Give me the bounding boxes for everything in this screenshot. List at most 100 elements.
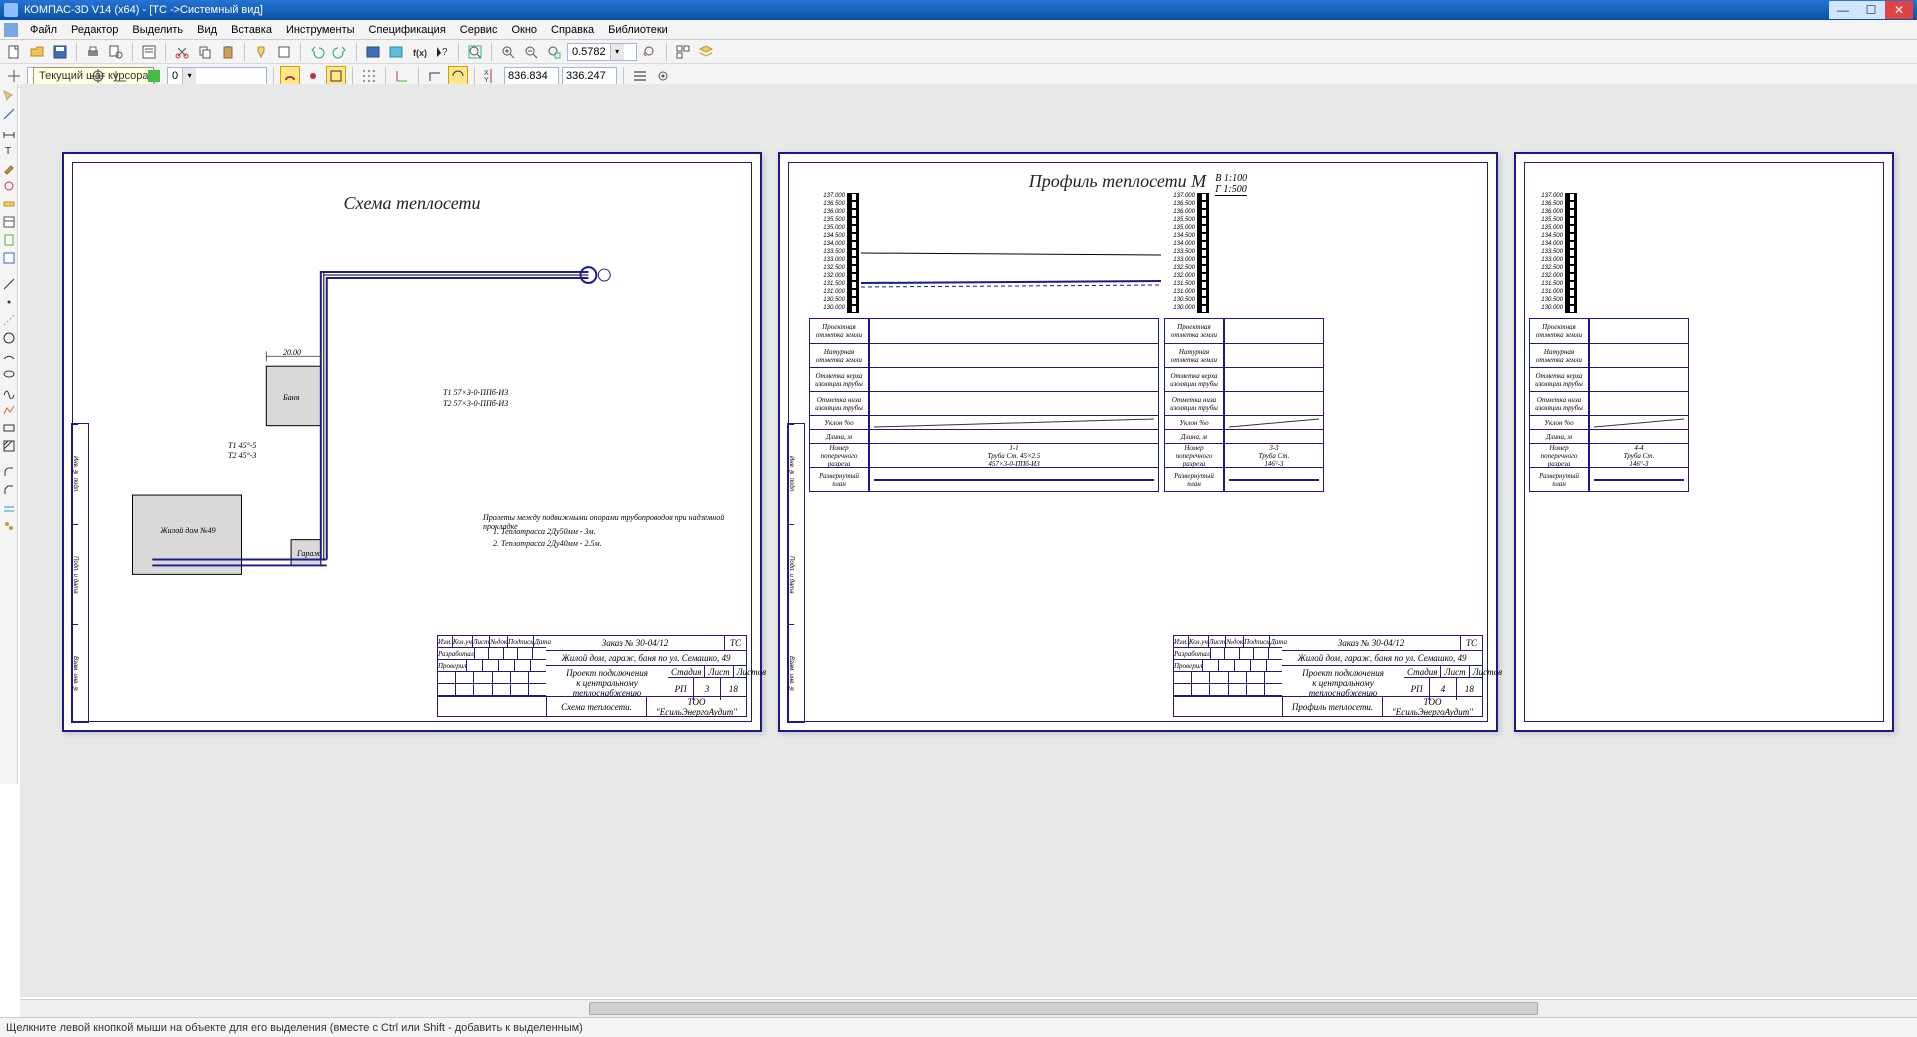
spline-tool-button[interactable] bbox=[1, 384, 17, 400]
offset-tool-button[interactable] bbox=[1, 500, 17, 516]
horizontal-scrollbar[interactable] bbox=[20, 999, 1917, 1017]
point-tool-button[interactable] bbox=[1, 294, 17, 310]
building-label-3: Гараж bbox=[297, 549, 321, 558]
origin-button[interactable] bbox=[111, 66, 131, 86]
open-button[interactable] bbox=[27, 42, 47, 62]
style-combo[interactable]: 0 ▾ bbox=[167, 67, 267, 85]
coord-y-input[interactable] bbox=[562, 67, 617, 85]
context-help-button[interactable]: ? bbox=[432, 42, 452, 62]
ortho-draw-button[interactable] bbox=[425, 66, 445, 86]
maximize-button[interactable]: ☐ bbox=[1857, 1, 1885, 19]
zoom-in-button[interactable] bbox=[498, 42, 518, 62]
canvas[interactable]: Инв. № подл. Подп. и дата Взам. инв. № С… bbox=[20, 84, 1917, 997]
views-manager-button[interactable] bbox=[673, 42, 693, 62]
polyline-tool-button[interactable] bbox=[1, 402, 17, 418]
color-layer-button[interactable] bbox=[144, 66, 164, 86]
status-hint: Щелкните левой кнопкой мыши на объекте д… bbox=[6, 1022, 583, 1034]
stamp-address: Жилой дом, гараж, баня по ул. Семашко, 4… bbox=[546, 651, 746, 665]
paste-button[interactable] bbox=[218, 42, 238, 62]
menu-tools[interactable]: Инструменты bbox=[280, 22, 361, 38]
edit-tool-button[interactable] bbox=[1, 160, 17, 176]
step-toggle-button[interactable] bbox=[4, 66, 24, 86]
aux-line-tool-button[interactable] bbox=[1, 312, 17, 328]
separator bbox=[356, 43, 357, 61]
geometry-tool-button[interactable] bbox=[1, 106, 17, 122]
menu-spec[interactable]: Спецификация bbox=[363, 22, 452, 38]
copy-button[interactable] bbox=[195, 42, 215, 62]
round-button[interactable] bbox=[448, 66, 468, 86]
collect-tool-button[interactable] bbox=[1, 518, 17, 534]
dropdown-arrow-icon: ▾ bbox=[182, 68, 196, 84]
menu-select[interactable]: Выделить bbox=[126, 22, 189, 38]
menu-bar: Файл Редактор Выделить Вид Вставка Инстр… bbox=[0, 20, 1917, 40]
sheet-frame: Инв. № подл. Подп. и дата Взам. инв. № П… bbox=[788, 162, 1488, 722]
zoom-out-button[interactable] bbox=[521, 42, 541, 62]
format-painter-button[interactable] bbox=[251, 42, 271, 62]
spec-tool-button[interactable] bbox=[1, 214, 17, 230]
ortho-button[interactable] bbox=[326, 66, 346, 86]
save-button[interactable] bbox=[50, 42, 70, 62]
param-tool-button[interactable] bbox=[1, 178, 17, 194]
print-button[interactable] bbox=[83, 42, 103, 62]
menu-window[interactable]: Окно bbox=[505, 22, 543, 38]
menu-service[interactable]: Сервис bbox=[454, 22, 504, 38]
stamp-doc-name: Схема теплосети. bbox=[546, 697, 646, 716]
pointer-tool-button[interactable] bbox=[1, 88, 17, 104]
coord-x-input[interactable] bbox=[504, 67, 559, 85]
zoom-window-button[interactable] bbox=[544, 42, 564, 62]
scrollbar-thumb[interactable] bbox=[589, 1002, 1538, 1015]
undo-button[interactable] bbox=[307, 42, 327, 62]
minimize-button[interactable]: — bbox=[1829, 1, 1857, 19]
zoom-prev-button[interactable] bbox=[640, 42, 660, 62]
menu-libs[interactable]: Библиотеки bbox=[602, 22, 674, 38]
crosshair-button[interactable] bbox=[88, 66, 108, 86]
menu-view[interactable]: Вид bbox=[191, 22, 223, 38]
layers-button[interactable] bbox=[696, 42, 716, 62]
text-tool-button[interactable]: T bbox=[1, 142, 17, 158]
snap-toggle-button[interactable] bbox=[280, 66, 300, 86]
drawing-area[interactable]: Инв. № подл. Подп. и дата Взам. инв. № С… bbox=[20, 84, 1917, 997]
separator bbox=[352, 67, 353, 85]
separator bbox=[458, 43, 459, 61]
rect-tool-button[interactable] bbox=[1, 420, 17, 436]
measure-tool-button[interactable] bbox=[1, 196, 17, 212]
zoom-fit-button[interactable] bbox=[465, 42, 485, 62]
properties-copy-button[interactable] bbox=[274, 42, 294, 62]
dimension-tool-button[interactable] bbox=[1, 124, 17, 140]
title-block-2: Изм.Кол.учЛист№докПодписьДата Разработал… bbox=[1173, 635, 1483, 717]
library-manager-button[interactable] bbox=[363, 42, 383, 62]
menu-help[interactable]: Справка bbox=[545, 22, 600, 38]
status-bar: Щелкните левой кнопкой мыши на объекте д… bbox=[0, 1017, 1917, 1037]
snap-config-button[interactable] bbox=[303, 66, 323, 86]
properties-button[interactable] bbox=[139, 42, 159, 62]
lcs-button[interactable] bbox=[392, 66, 412, 86]
snap-menu-button[interactable] bbox=[630, 66, 650, 86]
separator bbox=[76, 43, 77, 61]
views-tool-button[interactable] bbox=[1, 250, 17, 266]
new-doc-button[interactable] bbox=[4, 42, 24, 62]
close-button[interactable]: ✕ bbox=[1885, 1, 1913, 19]
menu-file[interactable]: Файл bbox=[24, 22, 63, 38]
settings-button[interactable] bbox=[653, 66, 673, 86]
print-preview-button[interactable] bbox=[106, 42, 126, 62]
fillet-tool-button[interactable] bbox=[1, 464, 17, 480]
chamfer-tool-button[interactable] bbox=[1, 482, 17, 498]
ellipse-tool-button[interactable] bbox=[1, 366, 17, 382]
cut-button[interactable] bbox=[172, 42, 192, 62]
separator bbox=[244, 43, 245, 61]
variables-button[interactable] bbox=[386, 42, 406, 62]
line-tool-button[interactable] bbox=[1, 276, 17, 292]
circle-tool-button[interactable] bbox=[1, 330, 17, 346]
menu-edit[interactable]: Редактор bbox=[65, 22, 124, 38]
hatch-tool-button[interactable] bbox=[1, 438, 17, 454]
reports-tool-button[interactable] bbox=[1, 232, 17, 248]
zoom-combo[interactable]: 0.5782 ▾ bbox=[567, 43, 637, 61]
app-icon bbox=[4, 3, 18, 17]
grid-button[interactable] bbox=[359, 66, 379, 86]
stamp-tc: ТС bbox=[724, 636, 746, 650]
separator bbox=[132, 43, 133, 61]
menu-insert[interactable]: Вставка bbox=[225, 22, 278, 38]
fx-button[interactable]: f(x) bbox=[409, 42, 429, 62]
arc-tool-button[interactable] bbox=[1, 348, 17, 364]
redo-button[interactable] bbox=[330, 42, 350, 62]
